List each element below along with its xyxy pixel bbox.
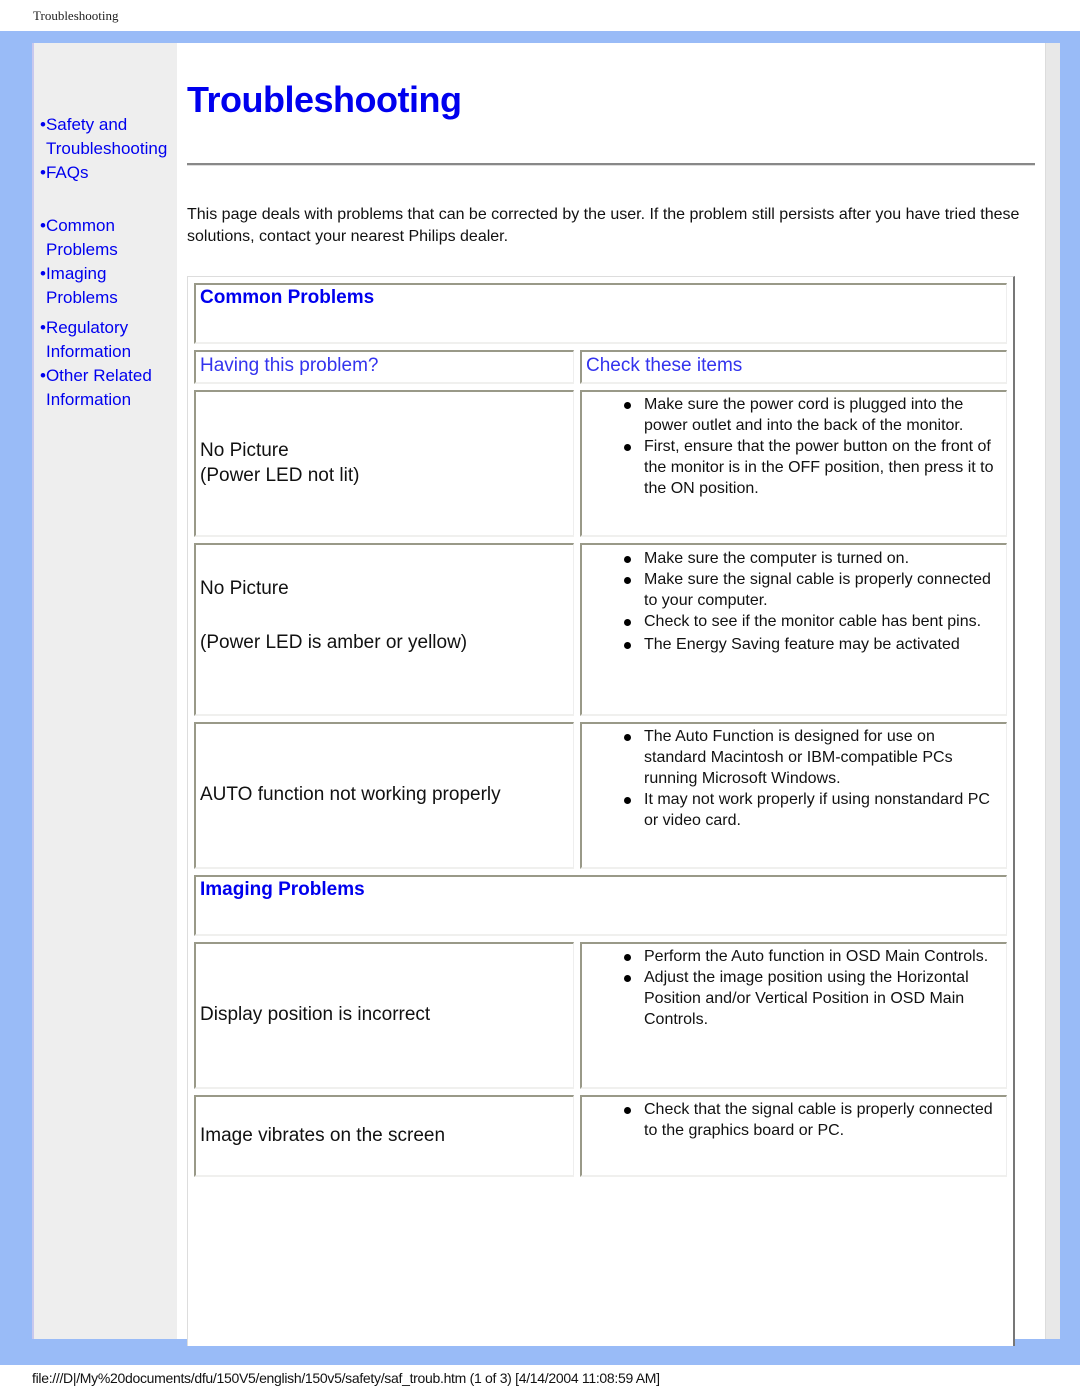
title-divider: [187, 163, 1035, 166]
sidebar-link-regulatory-information[interactable]: •Regulatory Information: [40, 316, 152, 364]
bullet-icon: [624, 444, 631, 451]
problem-text: Image vibrates on the screen: [200, 1123, 445, 1148]
problem-title: Image vibrates on the screen: [200, 1125, 446, 1146]
link-text: Troubleshooting: [46, 139, 168, 158]
column-header-check-label: Check these items: [586, 355, 743, 376]
link-text: •FAQs: [40, 163, 89, 182]
table-row-checks: Make sure the computer is turned on. Mak…: [580, 543, 1007, 716]
sidebar-link-imaging-problems[interactable]: •Imaging Problems: [40, 262, 118, 310]
problem-title: No Picture: [200, 578, 289, 599]
link-text: •Safety and: [40, 115, 128, 134]
column-header-problem-label: Having this problem?: [200, 355, 379, 376]
link-text: •Other Related: [40, 366, 152, 385]
check-text: Check that the signal cable is properly …: [644, 1101, 993, 1139]
check-text: Make sure the signal cable is properly c…: [644, 571, 991, 609]
problem-title: Display position is incorrect: [200, 1004, 431, 1025]
check-text: The Auto Function is designed for use on…: [644, 728, 953, 787]
list-item: Make sure the signal cable is properly c…: [620, 569, 1000, 611]
bullet-icon: [624, 642, 631, 649]
table-row-problem: No Picture (Power LED not lit): [194, 390, 574, 537]
sidebar-link-other-related-information[interactable]: •Other Related Information: [40, 364, 152, 412]
list-item: The Energy Saving feature may be activat…: [620, 634, 1000, 655]
list-item: Check to see if the monitor cable has be…: [620, 611, 1000, 632]
problem-text: Display position is incorrect: [200, 1002, 430, 1027]
link-text: •Imaging: [40, 264, 107, 283]
imaging-problems-heading-cell: Imaging Problems: [194, 875, 1007, 936]
table-row-checks: The Auto Function is designed for use on…: [580, 722, 1007, 869]
table-row-problem: No Picture (Power LED is amber or yellow…: [194, 543, 574, 716]
sidebar-nav: •Safety and Troubleshooting •FAQs •Commo…: [32, 43, 177, 1339]
link-text: Problems: [46, 240, 118, 259]
sidebar-link-faqs[interactable]: •FAQs: [40, 161, 167, 185]
problem-title: AUTO function not working properly: [200, 784, 501, 805]
check-text: Perform the Auto function in OSD Main Co…: [644, 948, 989, 965]
problem-detail: (Power LED is amber or yellow): [200, 632, 468, 653]
check-text: First, ensure that the power button on t…: [644, 438, 994, 497]
bullet-icon: [624, 619, 631, 626]
imaging-problems-heading: Imaging Problems: [200, 879, 365, 900]
intro-paragraph: This page deals with problems that can b…: [187, 206, 1020, 245]
list-item: Perform the Auto function in OSD Main Co…: [620, 946, 1000, 967]
list-item: First, ensure that the power button on t…: [620, 436, 1000, 499]
list-item: Make sure the computer is turned on.: [620, 548, 1000, 569]
table-row-checks: Check that the signal cable is properly …: [580, 1095, 1007, 1177]
check-text: Make sure the power cord is plugged into…: [644, 396, 964, 434]
bullet-icon: [624, 954, 631, 961]
check-text: It may not work properly if using nonsta…: [644, 791, 990, 829]
bullet-icon: [624, 556, 631, 563]
checks-list: Make sure the power cord is plugged into…: [620, 394, 1000, 499]
link-text: Information: [46, 342, 132, 361]
sidebar-link-safety-troubleshooting[interactable]: •Safety and Troubleshooting: [40, 113, 167, 161]
link-text: •Regulatory: [40, 318, 129, 337]
bullet-icon: [624, 1107, 631, 1114]
checks-list: Check that the signal cable is properly …: [620, 1099, 1000, 1141]
link-text: Information: [46, 390, 132, 409]
bullet-icon: [624, 577, 631, 584]
check-text: Check to see if the monitor cable has be…: [644, 613, 982, 630]
link-text: Problems: [46, 288, 118, 307]
bullet-icon: [624, 402, 631, 409]
checks-list: The Auto Function is designed for use on…: [620, 726, 1000, 831]
check-text: Make sure the computer is turned on.: [644, 550, 910, 567]
list-item: The Auto Function is designed for use on…: [620, 726, 1000, 789]
bullet-icon: [624, 797, 631, 804]
problem-text: AUTO function not working properly: [200, 782, 501, 807]
print-footer-url: file:///D|/My%20documents/dfu/150V5/engl…: [32, 1370, 660, 1386]
link-text: •Common: [40, 216, 115, 235]
list-item: Adjust the image position using the Hori…: [620, 967, 1000, 1030]
sidebar-link-common-problems[interactable]: •Common Problems: [40, 214, 118, 262]
check-text: The Energy Saving feature may be activat…: [644, 636, 960, 653]
table-row-problem: AUTO function not working properly: [194, 722, 574, 869]
right-gutter: [1045, 43, 1060, 1339]
column-header-problem: Having this problem?: [194, 350, 574, 384]
column-header-check: Check these items: [580, 350, 1007, 384]
print-header-title: Troubleshooting: [33, 8, 119, 23]
table-row-problem: Display position is incorrect: [194, 942, 574, 1089]
check-text: Adjust the image position using the Hori…: [644, 969, 969, 1028]
common-problems-heading: Common Problems: [200, 287, 375, 308]
problem-detail: (Power LED not lit): [200, 465, 360, 486]
page-title: Troubleshooting: [187, 79, 462, 120]
sidebar-group-sections: •Common Problems •Imaging Problems: [40, 214, 118, 310]
table-row-problem: Image vibrates on the screen: [194, 1095, 574, 1177]
table-row-checks: Make sure the power cord is plugged into…: [580, 390, 1007, 537]
bullet-icon: [624, 734, 631, 741]
problem-title: No Picture: [200, 440, 289, 461]
problem-text: No Picture (Power LED not lit): [200, 438, 359, 488]
common-problems-heading-cell: Common Problems: [194, 283, 1007, 344]
list-item: Check that the signal cable is properly …: [620, 1099, 1000, 1141]
table-row-checks: Perform the Auto function in OSD Main Co…: [580, 942, 1007, 1089]
sidebar-group-main: •Safety and Troubleshooting •FAQs: [40, 113, 167, 185]
troubleshooting-table: Common Problems Having this problem? Che…: [187, 276, 1015, 1346]
list-item: It may not work properly if using nonsta…: [620, 789, 1000, 831]
checks-list: Make sure the computer is turned on. Mak…: [620, 548, 1000, 655]
checks-list: Perform the Auto function in OSD Main Co…: [620, 946, 1000, 1030]
main-content: Troubleshooting This page deals with pro…: [177, 43, 1045, 1346]
bullet-icon: [624, 975, 631, 982]
sidebar-group-other: •Regulatory Information •Other Related I…: [40, 316, 152, 412]
problem-text: No Picture (Power LED is amber or yellow…: [200, 575, 467, 656]
list-item: Make sure the power cord is plugged into…: [620, 394, 1000, 436]
